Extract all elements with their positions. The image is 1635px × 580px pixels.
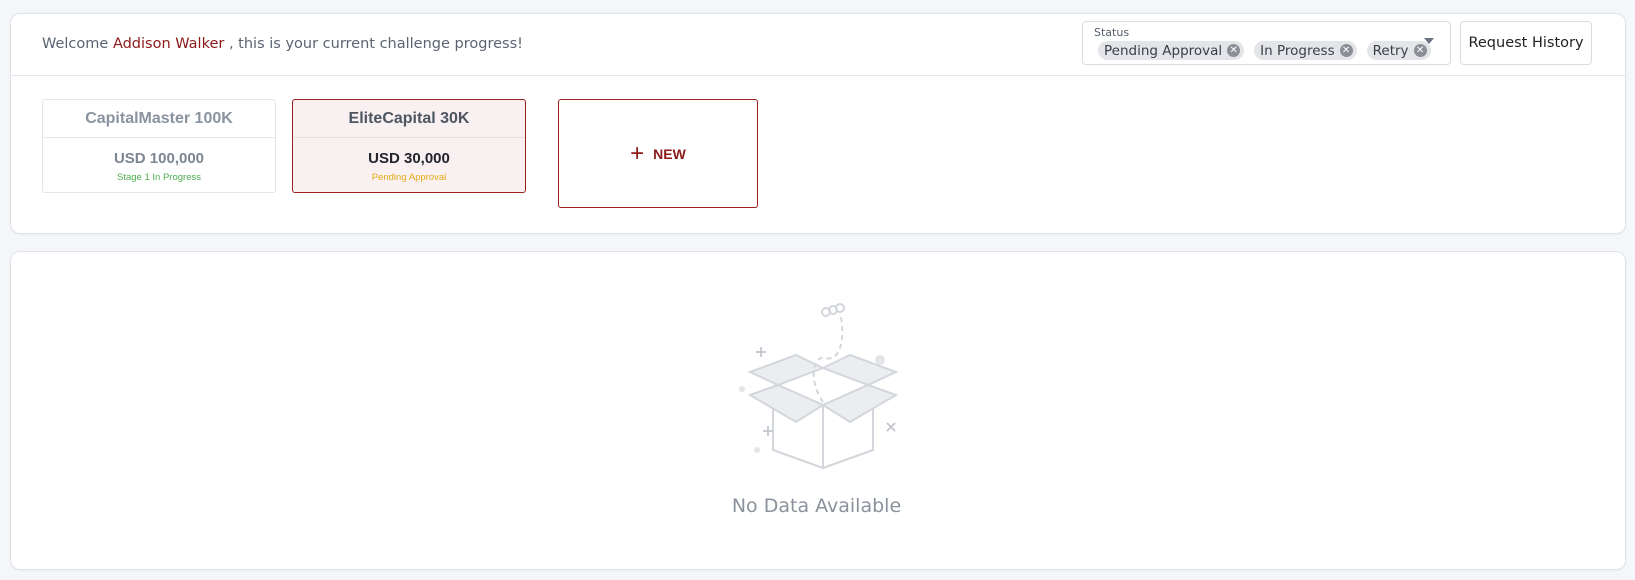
header-bar: Welcome Addison Walker , this is your cu… bbox=[11, 14, 1625, 76]
new-challenge-button[interactable]: + NEW bbox=[558, 99, 758, 208]
remove-chip-icon[interactable]: ✕ bbox=[1339, 44, 1353, 57]
remove-chip-icon[interactable]: ✕ bbox=[1413, 44, 1427, 57]
status-chip: Retry ✕ bbox=[1366, 41, 1431, 60]
challenge-panel: Welcome Addison Walker , this is your cu… bbox=[10, 13, 1626, 234]
welcome-prefix: Welcome bbox=[42, 36, 109, 52]
status-chip: In Progress ✕ bbox=[1254, 41, 1357, 60]
new-challenge-label: NEW bbox=[653, 145, 686, 162]
empty-state-text: No Data Available bbox=[731, 495, 902, 517]
remove-chip-icon[interactable]: ✕ bbox=[1227, 44, 1241, 57]
status-chip-label: Retry bbox=[1372, 42, 1409, 59]
challenge-card-status: Stage 1 In Progress bbox=[117, 172, 201, 183]
status-filter-label: Status bbox=[1094, 26, 1130, 39]
challenge-card-title: CapitalMaster 100K bbox=[43, 100, 275, 138]
welcome-suffix: , this is your current challenge progres… bbox=[228, 36, 523, 52]
challenge-card-amount: USD 30,000 bbox=[368, 150, 450, 167]
challenge-card-amount: USD 100,000 bbox=[113, 150, 205, 167]
challenge-card-title: EliteCapital 30K bbox=[293, 100, 525, 138]
plus-icon: + bbox=[630, 139, 645, 167]
status-filter-select[interactable]: Status Pending Approval ✕ In Progress ✕ … bbox=[1082, 21, 1451, 65]
welcome-message: Welcome Addison Walker , this is your cu… bbox=[42, 36, 523, 52]
user-name: Addison Walker bbox=[112, 36, 225, 52]
chevron-down-icon[interactable] bbox=[1424, 38, 1434, 44]
status-chip-label: In Progress bbox=[1260, 42, 1335, 59]
status-chip: Pending Approval ✕ bbox=[1098, 41, 1245, 60]
request-history-button[interactable]: Request History bbox=[1460, 21, 1592, 65]
challenge-card-elitecapital[interactable]: EliteCapital 30K USD 30,000 Pending Appr… bbox=[292, 99, 526, 193]
empty-box-icon bbox=[739, 303, 898, 470]
status-chip-label: Pending Approval bbox=[1104, 42, 1223, 59]
challenge-card-status: Pending Approval bbox=[371, 172, 447, 183]
challenge-card-capitalmaster[interactable]: CapitalMaster 100K USD 100,000 Stage 1 I… bbox=[42, 99, 276, 193]
status-chips: Pending Approval ✕ In Progress ✕ Retry ✕ bbox=[1098, 41, 1431, 60]
